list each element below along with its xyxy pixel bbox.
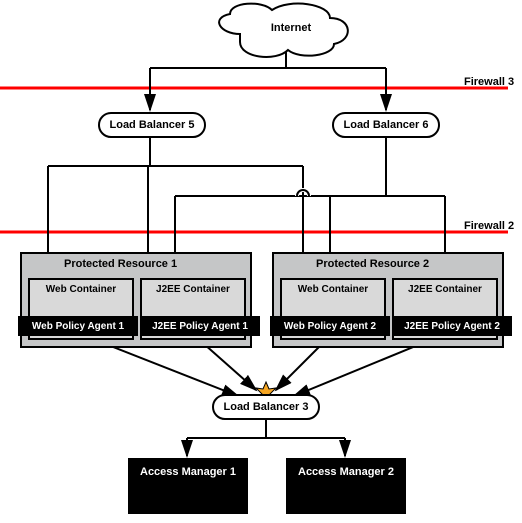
web-policy-agent-1: Web Policy Agent 1 <box>18 316 138 336</box>
load-balancer-5: Load Balancer 5 <box>98 112 206 138</box>
web-policy-agent-2: Web Policy Agent 2 <box>270 316 390 336</box>
load-balancer-3: Load Balancer 3 <box>212 394 320 420</box>
protected-resource-1-title: Protected Resource 1 <box>64 258 177 270</box>
firewall-2-label: Firewall 2 <box>464 220 514 232</box>
access-manager-2: Access Manager 2 <box>286 458 406 514</box>
j2ee-policy-agent-1: J2EE Policy Agent 1 <box>140 316 260 336</box>
j2ee-policy-agent-2: J2EE Policy Agent 2 <box>392 316 512 336</box>
firewall-3-label: Firewall 3 <box>464 76 514 88</box>
access-manager-1: Access Manager 1 <box>128 458 248 514</box>
protected-resource-2-title: Protected Resource 2 <box>316 258 429 270</box>
load-balancer-6: Load Balancer 6 <box>332 112 440 138</box>
internet-node: Internet <box>256 22 326 34</box>
